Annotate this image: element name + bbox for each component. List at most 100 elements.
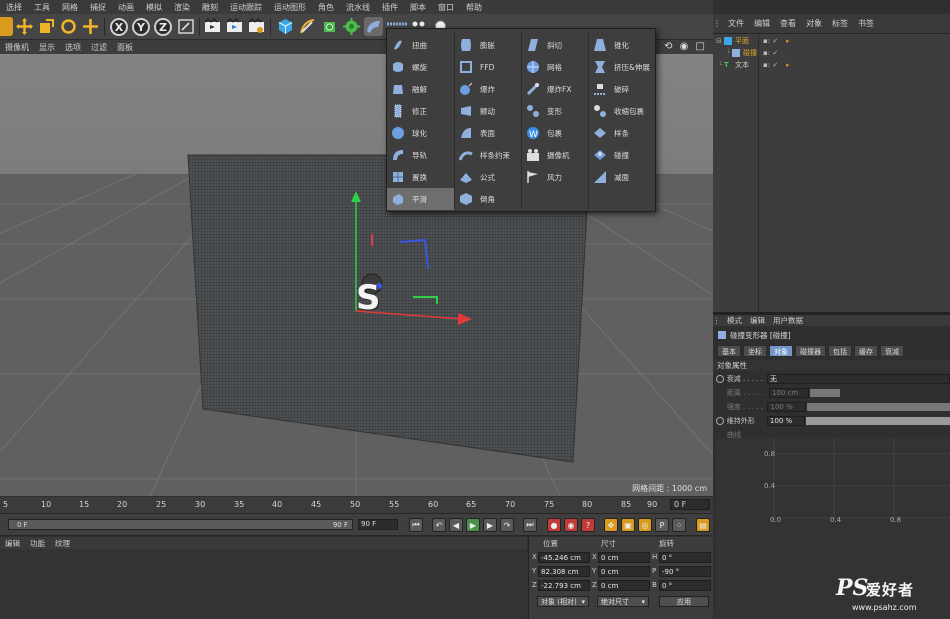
y-axis-lock-button[interactable]: Y [132, 18, 150, 36]
move-tool-icon[interactable] [15, 17, 34, 36]
deformer-correction[interactable]: 修正 [387, 100, 453, 122]
go-to-end-icon[interactable]: ⏭ [523, 518, 537, 532]
coordinate-system-icon[interactable] [177, 17, 196, 36]
deformer-squash-stretch[interactable]: 挤压&伸展 [589, 56, 655, 78]
position-key-icon[interactable]: ✥ [604, 518, 618, 532]
strength-slider[interactable] [807, 403, 950, 411]
om-menu-bookmarks[interactable]: 书签 [853, 18, 879, 29]
deformer-wind[interactable]: 风力 [522, 166, 588, 188]
tree-row-collision[interactable]: └ 碰撞 ▪: ✓ [713, 47, 950, 59]
pos-y-field[interactable]: 82.308 cm [538, 566, 590, 577]
previous-frame-icon[interactable]: ◀ [449, 518, 463, 532]
expand-icon[interactable]: ⊟ [716, 37, 724, 45]
render-settings-icon[interactable] [247, 17, 266, 36]
tab-cache[interactable]: 缓存 [854, 345, 878, 357]
om-menu-tags[interactable]: 标签 [827, 18, 853, 29]
size-mode-select[interactable]: 绝对尺寸 ▾ [597, 596, 649, 607]
deformer-mesh[interactable]: 网格 [522, 56, 588, 78]
point-level-icon[interactable]: ⁘ [672, 518, 686, 532]
om-menu-edit[interactable]: 编辑 [749, 18, 775, 29]
x-axis-lock-button[interactable]: X [110, 18, 128, 36]
pos-z-field[interactable]: -22.793 cm [538, 580, 590, 591]
parameter-key-icon[interactable]: P [655, 518, 669, 532]
deformer-surface[interactable]: 表面 [455, 122, 521, 144]
visibility-toggle-icon[interactable]: ▪: ✓ [763, 61, 778, 69]
deformer-explosion-fx[interactable]: 爆炸FX [522, 78, 588, 100]
deformer-twist[interactable]: 扭曲 [387, 34, 453, 56]
menu-sculpt[interactable]: 雕刻 [196, 2, 224, 13]
tab-basic[interactable]: 基本 [717, 345, 741, 357]
tab-collider[interactable]: 碰撞器 [795, 345, 826, 357]
radio-icon[interactable] [716, 417, 724, 425]
deformer-shear[interactable]: 斜切 [522, 34, 588, 56]
deformer-helix[interactable]: 螺旋 [387, 56, 453, 78]
deformer-polygon-reduction[interactable]: 减面 [589, 166, 655, 188]
deformer-morph[interactable]: 变形 [522, 100, 588, 122]
tag-icon[interactable]: ▸ [786, 61, 790, 69]
cloner-icon[interactable] [342, 17, 361, 36]
menu-motion-tracking[interactable]: 运动跟踪 [224, 2, 268, 13]
am-menu-edit[interactable]: 编辑 [746, 315, 769, 326]
menu-render[interactable]: 渲染 [168, 2, 196, 13]
om-menu-objects[interactable]: 对象 [801, 18, 827, 29]
record-icon[interactable]: ● [547, 518, 561, 532]
deformer-group-icon[interactable] [364, 17, 383, 36]
auto-key-icon[interactable]: ◉ [564, 518, 578, 532]
timeline-window-icon[interactable]: ▤ [696, 518, 710, 532]
menu-animate[interactable]: 动画 [112, 2, 140, 13]
menu-mesh[interactable]: 网格 [56, 2, 84, 13]
distance-slider[interactable] [810, 389, 840, 397]
timeline-ruler[interactable]: 5 10 15 20 25 30 35 40 45 50 55 60 65 70… [0, 497, 713, 514]
distance-field[interactable]: 100 cm [769, 388, 809, 398]
tab-falloff[interactable]: 衰减 [880, 345, 904, 357]
tag-icon[interactable]: ▸ [786, 37, 790, 45]
deformer-spline-wrap[interactable]: 样条约束 [455, 144, 521, 166]
menu-tools[interactable]: 工具 [28, 2, 56, 13]
deformer-spline[interactable]: 样条 [589, 122, 655, 144]
deformer-wrap[interactable]: W 包裹 [522, 122, 588, 144]
rot-b-field[interactable]: 0 ° [659, 580, 711, 591]
menu-mograph[interactable]: 运动图形 [268, 2, 312, 13]
deformer-displace[interactable]: 置换 [387, 166, 453, 188]
tab-include[interactable]: 包括 [828, 345, 852, 357]
deformer-jiggle[interactable]: 颤动 [455, 100, 521, 122]
z-axis-lock-button[interactable]: Z [154, 18, 172, 36]
deformer-formula[interactable]: 公式 [455, 166, 521, 188]
visibility-toggle-icon[interactable]: ▪: ✓ [763, 49, 778, 57]
size-x-field[interactable]: 0 cm [598, 552, 650, 563]
menu-pipeline[interactable]: 流水线 [340, 2, 376, 13]
tab-coord[interactable]: 坐标 [743, 345, 767, 357]
tree-row-text[interactable]: └ T 文本 ▪: ✓ ▸ [713, 59, 950, 71]
cube-icon[interactable] [276, 17, 295, 36]
deformer-bevel[interactable]: 倒角 [455, 188, 521, 210]
pen-spline-icon[interactable] [298, 17, 317, 36]
frame-range-slider[interactable]: 0 F 90 F [8, 519, 353, 530]
live-select-icon[interactable] [0, 17, 13, 36]
menu-select[interactable]: 选择 [0, 2, 28, 13]
viewport-navigation-icons[interactable]: ✥ ⟲ ◉ □ [649, 41, 707, 52]
next-frame-icon[interactable]: ▶ [483, 518, 497, 532]
end-frame-field[interactable]: 90 F [358, 519, 398, 530]
menu-simulate[interactable]: 模拟 [140, 2, 168, 13]
deformer-rail[interactable]: 导轨 [387, 144, 453, 166]
material-area[interactable] [0, 549, 527, 619]
deformer-bulge[interactable]: 膨胀 [455, 34, 521, 56]
rotate-tool-icon[interactable] [59, 17, 78, 36]
maintain-shape-field[interactable]: 100 % [766, 416, 806, 426]
menu-plugins[interactable]: 插件 [376, 2, 404, 13]
rot-h-field[interactable]: 0 ° [659, 552, 711, 563]
vp-menu-filter[interactable]: 过滤 [86, 42, 112, 53]
current-frame-field[interactable]: 0 F [670, 499, 710, 510]
vp-menu-panel[interactable]: 面板 [112, 42, 138, 53]
render-view-icon[interactable] [203, 17, 222, 36]
visibility-toggle-icon[interactable]: ▪: ✓ [763, 37, 778, 45]
deformer-taper[interactable]: 锥化 [589, 34, 655, 56]
am-menu-user-data[interactable]: 用户数据 [769, 315, 807, 326]
deformer-melt[interactable]: 融解 [387, 78, 453, 100]
play-icon[interactable]: ▶ [466, 518, 480, 532]
size-z-field[interactable]: 0 cm [598, 580, 650, 591]
tab-object[interactable]: 对象 [769, 345, 793, 357]
deformer-collision[interactable]: 碰撞 [589, 144, 655, 166]
strength-field[interactable]: 100 % [767, 402, 807, 412]
next-key-icon[interactable]: ↷ [500, 518, 514, 532]
